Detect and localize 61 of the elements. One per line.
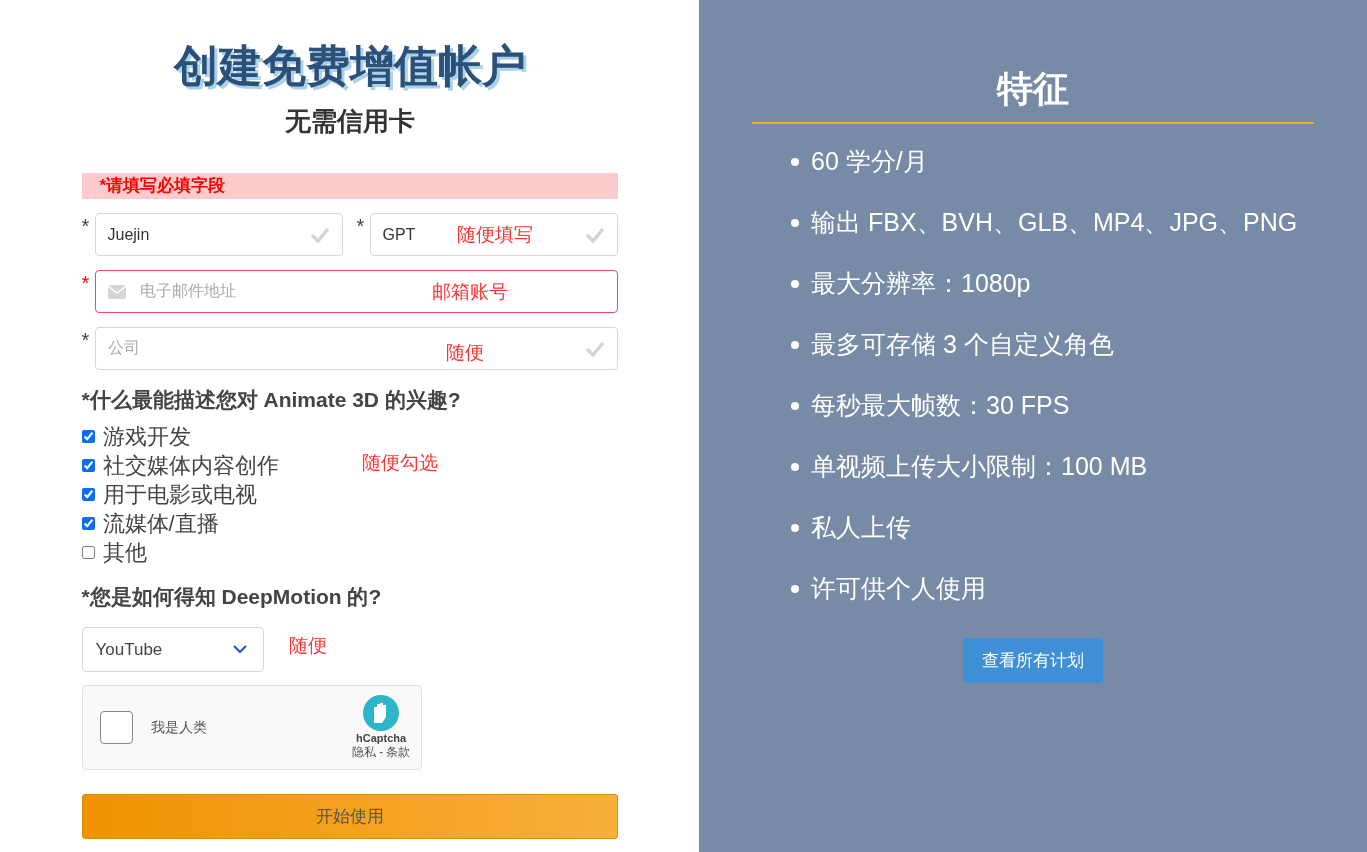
hand-logo-icon: [362, 694, 401, 732]
page-title: 创建免费增值帐户: [172, 40, 527, 92]
annotation-text: 随便: [445, 341, 484, 365]
bullet-icon: [791, 279, 799, 288]
bullet-icon: [791, 523, 799, 532]
annotation-text: 随便填写: [456, 223, 533, 247]
interest-checkbox[interactable]: [81, 488, 95, 501]
feature-text: 私人上传: [811, 512, 911, 543]
captcha-label: 我是人类: [150, 718, 208, 737]
interest-checkbox[interactable]: [81, 517, 95, 530]
required-mark: *: [81, 328, 91, 353]
field-value: GPT: [382, 225, 416, 244]
checkmark-icon: [309, 226, 330, 243]
annotation-text: 邮箱账号: [431, 280, 508, 304]
checkbox-label: 社交媒体内容创作: [102, 452, 279, 480]
bullet-icon: [791, 157, 799, 166]
checkbox-label: 游戏开发: [102, 423, 191, 451]
source-dropdown[interactable]: YouTube: [81, 627, 264, 672]
bullet-icon: [791, 584, 799, 593]
chevron-down-icon: [232, 645, 247, 654]
interest-checkbox[interactable]: [81, 546, 95, 559]
interest-checkbox[interactable]: [81, 430, 95, 443]
feature-text: 每秒最大帧数：30 FPS: [811, 390, 1070, 421]
source-question: *您是如何得知 DeepMotion 的?: [81, 584, 383, 610]
field-value: Juejin: [107, 225, 150, 244]
feature-text: 最多可存储 3 个自定义角色: [811, 329, 1114, 360]
field-placeholder: 电子邮件地址: [139, 281, 236, 301]
features-title: 特征: [997, 67, 1069, 111]
checkbox-label: 用于电影或电视: [102, 481, 257, 509]
envelope-icon: [107, 284, 126, 299]
annotation-text: 随便: [288, 634, 327, 658]
feature-text: 单视频上传大小限制：100 MB: [811, 451, 1148, 482]
bullet-icon: [791, 401, 799, 410]
email-field[interactable]: 电子邮件地址 邮箱账号: [94, 270, 618, 313]
checkmark-icon: [584, 340, 605, 357]
interest-question: *什么最能描述您对 Animate 3D 的兴趣?: [81, 387, 462, 413]
required-mark: *: [81, 271, 91, 296]
bullet-icon: [791, 340, 799, 349]
checkbox-label: 流媒体/直播: [102, 510, 219, 538]
company-field[interactable]: 公司 随便: [94, 327, 618, 370]
start-button[interactable]: 开始使用: [81, 794, 618, 839]
feature-text: 输出 FBX、BVH、GLB、MP4、JPG、PNG: [811, 207, 1298, 238]
feature-text: 许可供个人使用: [811, 573, 986, 604]
required-mark: *: [356, 214, 366, 239]
required-mark: *: [81, 214, 91, 239]
name-field[interactable]: GPT 随便填写: [369, 213, 618, 256]
field-placeholder: 公司: [107, 338, 140, 358]
feature-text: 60 学分/月: [811, 146, 928, 177]
subtitle: 无需信用卡: [283, 105, 416, 138]
captcha-links[interactable]: 隐私 - 条款: [351, 744, 411, 761]
feature-text: 最大分辨率：1080p: [811, 268, 1031, 299]
captcha-brand: hCaptcha: [356, 732, 407, 744]
interest-checkbox[interactable]: [81, 459, 95, 472]
bullet-icon: [791, 462, 799, 471]
annotation-text: 随便勾选: [361, 451, 438, 475]
bullet-icon: [791, 218, 799, 227]
checkmark-icon: [584, 226, 605, 243]
captcha-checkbox[interactable]: [99, 711, 133, 744]
error-banner: *请填写必填字段: [81, 173, 618, 199]
name-field[interactable]: Juejin: [94, 213, 343, 256]
checkbox-label: 其他: [102, 539, 147, 567]
